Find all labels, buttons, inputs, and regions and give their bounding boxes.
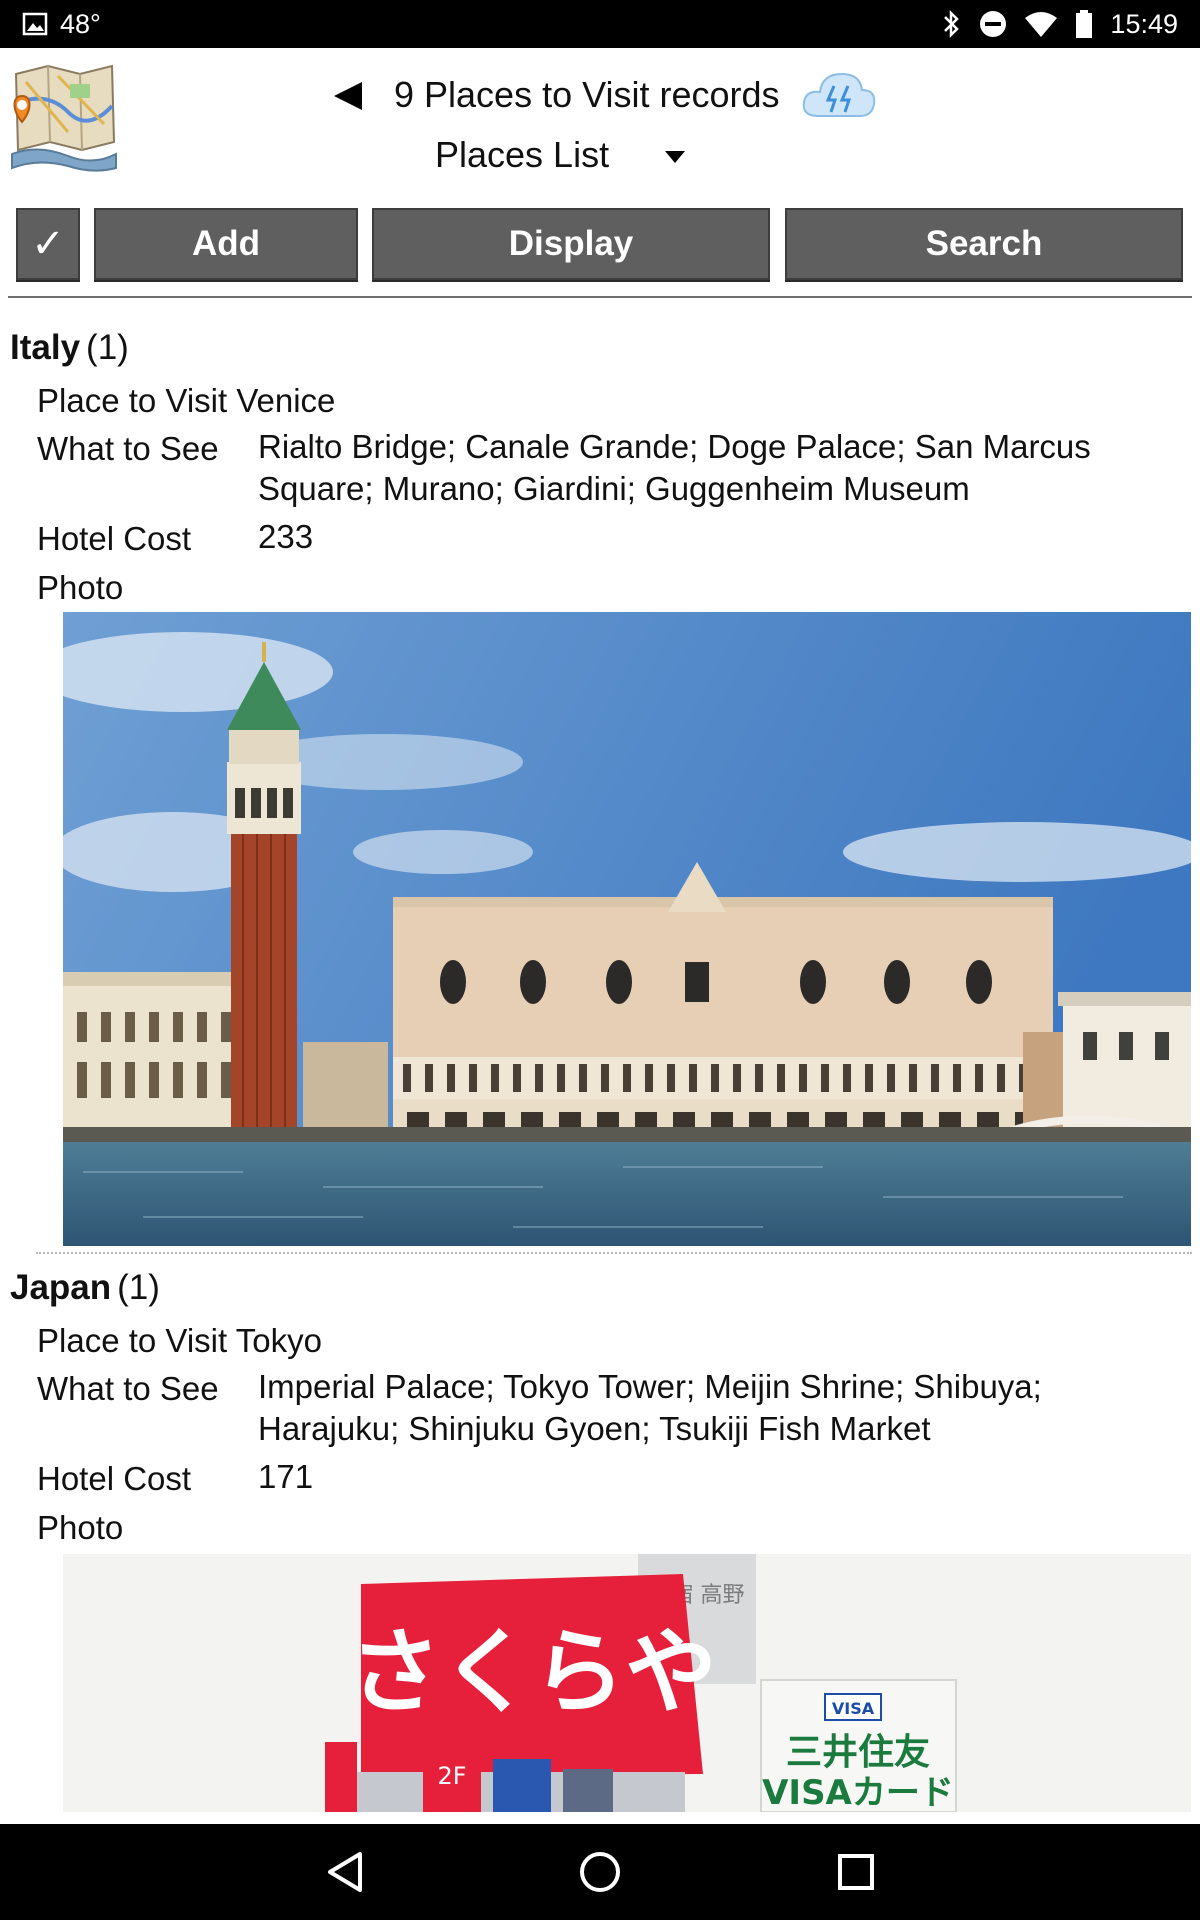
group-count: (1) xyxy=(86,328,129,367)
toolbar: ✓ Add Display Search xyxy=(0,208,1200,282)
place-row: Place to Visit Venice xyxy=(37,382,335,420)
visa-logo-text: VISA xyxy=(832,1699,875,1718)
cloud-sync-icon[interactable] xyxy=(800,68,878,122)
search-button[interactable]: Search xyxy=(785,208,1183,280)
back-arrow-icon[interactable] xyxy=(330,78,366,114)
photo-label: Photo xyxy=(37,1509,124,1546)
temperature-text: 48° xyxy=(60,8,101,39)
group-name: Italy xyxy=(10,328,81,367)
toolbar-divider xyxy=(8,296,1192,298)
nav-home-icon[interactable] xyxy=(576,1848,624,1896)
status-bar: 48° 15:49 xyxy=(0,0,1200,48)
group-separator xyxy=(36,1252,1192,1254)
wifi-icon xyxy=(1024,10,1058,38)
place-value: Tokyo xyxy=(235,1322,322,1359)
app-logo-map-icon[interactable] xyxy=(8,62,118,172)
group-heading[interactable]: Japan (1) xyxy=(10,1268,160,1308)
card-sign-text: VISAカード xyxy=(762,1773,954,1812)
battery-icon xyxy=(1074,9,1094,39)
display-button[interactable]: Display xyxy=(372,208,770,280)
cost-value: 233 xyxy=(258,518,314,555)
image-notification-icon xyxy=(22,12,48,36)
bluetooth-icon xyxy=(942,9,962,39)
what-value: Rialto Bridge; Canale Grande; Doge Palac… xyxy=(258,428,1091,507)
group-italy: Italy (1) Place to Visit Venice What to S… xyxy=(0,320,1200,1260)
group-japan: Japan (1) Place to Visit Tokyo What to Se… xyxy=(0,1262,1200,1814)
group-heading[interactable]: Italy (1) xyxy=(10,328,129,368)
bank-sign-text: 三井住友 xyxy=(786,1732,930,1773)
group-count: (1) xyxy=(117,1268,160,1307)
do-not-disturb-icon xyxy=(978,9,1008,39)
sakuraya-sign-text: さくらや xyxy=(349,1619,717,1726)
list-title[interactable]: Places List xyxy=(435,134,609,176)
dropdown-arrow-icon[interactable] xyxy=(664,150,686,164)
cost-label: Hotel Cost xyxy=(37,520,192,557)
cost-value: 171 xyxy=(258,1458,314,1495)
place-row: Place to Visit Tokyo xyxy=(37,1322,322,1360)
venice-photo[interactable] xyxy=(63,612,1191,1246)
add-button[interactable]: Add xyxy=(94,208,358,280)
photo-label: Photo xyxy=(37,569,124,606)
app-header: 9 Places to Visit records Places List xyxy=(0,48,1200,200)
nav-back-icon[interactable] xyxy=(322,1848,370,1896)
floor-sign-text: 2F xyxy=(437,1762,466,1790)
select-check-button[interactable]: ✓ xyxy=(16,208,80,280)
cost-label: Hotel Cost xyxy=(37,1460,192,1497)
nav-recents-icon[interactable] xyxy=(832,1848,880,1896)
place-value: Venice xyxy=(236,382,336,419)
what-value: Imperial Palace; Tokyo Tower; Meijin Shr… xyxy=(258,1368,1042,1447)
system-nav-bar xyxy=(0,1824,1200,1920)
place-label: Place to Visit xyxy=(37,382,228,419)
group-name: Japan xyxy=(10,1268,112,1307)
place-label: Place to Visit xyxy=(37,1322,228,1359)
what-label: What to See xyxy=(37,1370,219,1407)
clock-text: 15:49 xyxy=(1110,8,1178,39)
what-label: What to See xyxy=(37,430,219,467)
records-title: 9 Places to Visit records xyxy=(394,74,780,115)
tokyo-photo[interactable]: 新宿 高野 さくらや 2F VISA 三井住友 VISAカード xyxy=(63,1554,1191,1812)
